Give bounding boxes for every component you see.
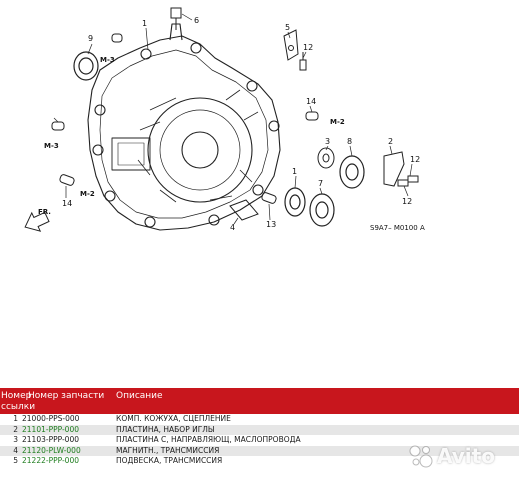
callout-13b: 13 [266, 220, 276, 229]
part-6-sensor[interactable] [170, 7, 182, 30]
part-12-bolts[interactable] [397, 175, 419, 187]
avito-watermark: Avito [407, 441, 507, 471]
table-row[interactable]: 1 21000-PPS-000 КОМП. КОЖУХА, СЦЕПЛЕНИЕ [0, 414, 519, 425]
callout-13: 12 [303, 43, 313, 52]
part-3-plate[interactable] [317, 147, 335, 169]
part-description: ПЛАСТИНА С, НАПРАВЛЯЮЩ, МАСЛОПРОВОДА [116, 435, 301, 444]
callout-4: 4 [230, 223, 235, 232]
part-1-bearing[interactable] [284, 187, 306, 217]
callout-14b: 14 [62, 199, 72, 208]
callout-14a: 14 [306, 97, 316, 106]
wrench-label-m2-right: M-2 [330, 118, 345, 126]
header-description: Описание [116, 391, 163, 401]
svg-text:FR.: FR. [38, 208, 51, 216]
header-part-number: Номер запчасти [28, 391, 105, 401]
wrench-label-m3-left: M-3 [44, 142, 59, 150]
callout-6: 6 [194, 16, 199, 25]
part-description: КОМП. КОЖУХА, СЦЕПЛЕНИЕ [116, 414, 231, 423]
part-8-bearing[interactable] [339, 155, 365, 189]
part-description: ПЛАСТИНА, НАБОР ИГЛЫ [116, 424, 215, 434]
avito-logo-icon [409, 445, 433, 468]
part-number-link[interactable]: 21101-PPP-000 [22, 425, 116, 436]
callout-1: 1 [142, 19, 147, 28]
callout-1b: 1 [292, 167, 297, 176]
callout-8: 8 [347, 137, 352, 146]
diagram-code: S9A7– M0100 A [370, 224, 425, 232]
part-5-bracket[interactable] [283, 29, 299, 61]
callout-2: 2 [388, 137, 393, 146]
part-9-seal[interactable] [73, 51, 99, 81]
callout-3: 3 [325, 137, 330, 146]
part-7-bearing[interactable] [309, 193, 335, 227]
part-description: МАГНИТН., ТРАНСМИССИЯ [116, 445, 220, 455]
callout-7: 7 [318, 179, 323, 188]
part-4-magnet[interactable] [229, 199, 259, 221]
table-header: Номер ссылки Номер запчасти Описание [0, 388, 519, 414]
callout-5: 5 [285, 23, 290, 32]
callout-12a: 12 [410, 155, 420, 164]
callout-12b: 12 [402, 197, 412, 206]
part-number-link[interactable]: 21120-PLW-000 [22, 446, 116, 457]
part-number: 21103-PPP-000 [22, 435, 79, 444]
part-description: ПОДВЕСКА, ТРАНСМИССИЯ [116, 456, 223, 465]
wrench-label-m2-left: M-2 [80, 190, 95, 198]
parts-diagram: 1 6 9 5 12 14 3 8 2 12 12 1 7 4 14 13 M-… [0, 0, 519, 384]
front-arrow-icon: FR. [24, 208, 51, 232]
table-row[interactable]: 2 21101-PPP-000 ПЛАСТИНА, НАБОР ИГЛЫ [0, 424, 519, 436]
part-14-dowel-pins[interactable] [51, 33, 319, 204]
clutch-housing[interactable] [87, 35, 281, 231]
part-13-bolt[interactable] [299, 52, 307, 71]
part-2-plate[interactable] [383, 151, 405, 187]
part-number-link[interactable]: 21222-PPP-000 [22, 456, 116, 467]
callout-9: 9 [88, 34, 93, 43]
header-ref: Номер ссылки [1, 391, 36, 412]
part-number: 21000-PPS-000 [22, 414, 80, 423]
wrench-label-m3-top: M-3 [100, 56, 115, 64]
